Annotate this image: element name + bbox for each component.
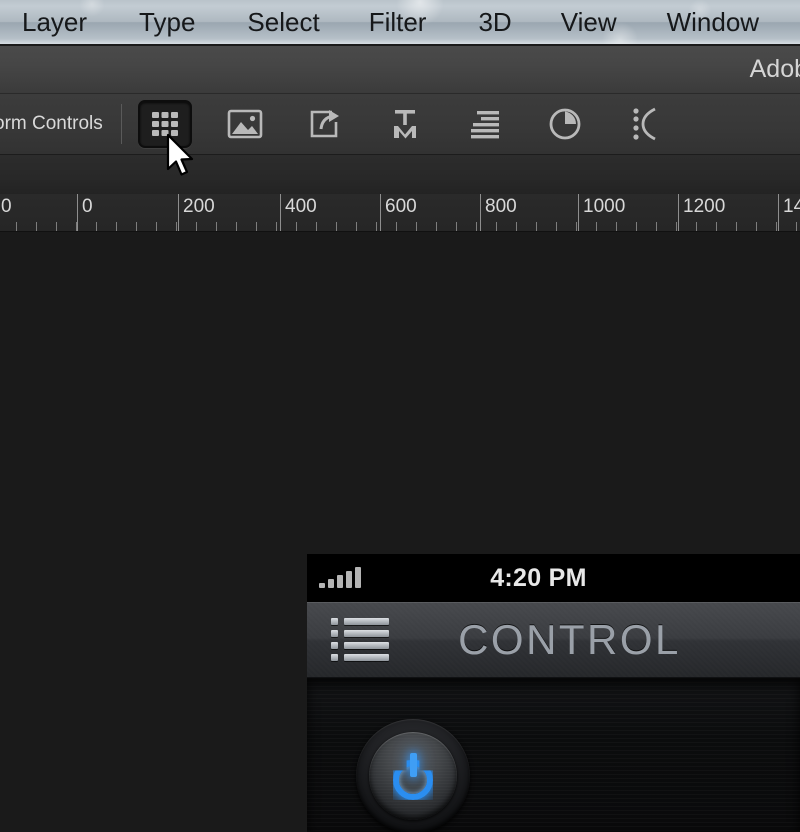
ruler-tick xyxy=(156,222,157,231)
menu-item-layer[interactable]: Layer xyxy=(22,9,87,35)
tool-options-bar: orm Controls xyxy=(0,94,800,154)
image-icon xyxy=(227,108,263,140)
trademark-button[interactable] xyxy=(378,100,432,148)
ruler-tick xyxy=(516,222,517,231)
toolbar-shelf xyxy=(0,154,800,194)
ruler-label: 1200 xyxy=(683,196,726,217)
app-title: CONTROL xyxy=(458,615,681,663)
ruler-tick xyxy=(36,222,37,231)
align-text-button[interactable] xyxy=(458,100,512,148)
application-bar: Adob xyxy=(0,46,800,94)
ruler-tick xyxy=(796,222,797,231)
ruler-tick xyxy=(736,222,737,231)
ruler-tick xyxy=(456,222,457,231)
menu-item-view[interactable]: View xyxy=(561,9,617,35)
ruler-tick xyxy=(756,222,757,231)
ruler-tick xyxy=(716,222,717,231)
ruler-tick xyxy=(16,222,17,231)
ruler-tick xyxy=(356,222,357,231)
grid-button[interactable] xyxy=(137,100,192,148)
power-icon xyxy=(390,753,436,800)
ruler-tick xyxy=(656,222,657,231)
menu-item-window[interactable]: Window xyxy=(667,9,759,35)
ruler-tick xyxy=(496,222,497,231)
ruler-label: 800 xyxy=(485,196,517,217)
ruler-label: 200 xyxy=(183,196,215,217)
application-title: Adob xyxy=(749,55,800,83)
ruler-tick xyxy=(776,222,777,231)
ruler-tick xyxy=(196,222,197,231)
ruler-tick xyxy=(616,222,617,231)
ruler-tick xyxy=(676,222,677,231)
menu-item-3d[interactable]: 3D xyxy=(478,9,511,35)
ruler-tick xyxy=(236,222,237,231)
ruler-tick xyxy=(596,222,597,231)
ruler-tick xyxy=(696,222,697,231)
export-button[interactable] xyxy=(298,100,352,148)
ruler-tick xyxy=(336,222,337,231)
ruler-tick xyxy=(376,222,377,231)
device-status-bar: 4:20 PM xyxy=(307,554,800,602)
ruler-tick xyxy=(576,222,577,231)
ruler-tick xyxy=(116,222,117,231)
ruler-label: 1000 xyxy=(583,196,626,217)
horizontal-ruler[interactable]: 0 0 200 400 600 800 1000 1200 140 xyxy=(0,194,800,232)
menu-item-select[interactable]: Select xyxy=(247,9,319,35)
tool-options-label: orm Controls xyxy=(0,113,103,134)
app-navigation-bar: CONTROL xyxy=(307,602,800,678)
ruler-tick xyxy=(96,222,97,231)
toolbar-divider xyxy=(120,104,122,144)
ruler-tick xyxy=(216,222,217,231)
pie-chart-icon xyxy=(548,107,582,141)
ruler-tick xyxy=(136,222,137,231)
trademark-icon xyxy=(389,107,421,141)
ruler-tick xyxy=(416,222,417,231)
ruler-tick xyxy=(276,222,277,231)
app-content-panel xyxy=(307,678,800,832)
document-canvas[interactable]: 4:20 PM CONTROL xyxy=(0,232,800,832)
ruler-tick xyxy=(556,222,557,231)
ruler-tick xyxy=(536,222,537,231)
ruler-tick xyxy=(296,222,297,231)
ruler-label: 140 xyxy=(783,196,800,217)
ruler-tick xyxy=(396,222,397,231)
mobile-mockup: 4:20 PM CONTROL xyxy=(307,554,800,832)
ruler-tick xyxy=(316,222,317,231)
ruler-label: 600 xyxy=(385,196,417,217)
align-text-icon xyxy=(469,108,501,140)
node-path-button[interactable] xyxy=(618,100,672,148)
ruler-tick xyxy=(176,222,177,231)
menu-item-type[interactable]: Type xyxy=(139,9,195,35)
image-button[interactable] xyxy=(218,100,272,148)
menu-bar: Layer Type Select Filter 3D View Window … xyxy=(0,0,800,46)
power-button-face xyxy=(369,732,457,820)
node-path-icon xyxy=(629,107,661,141)
grid-icon xyxy=(150,109,180,139)
ruler-label: 0 xyxy=(82,196,93,217)
menu-item-filter[interactable]: Filter xyxy=(369,9,427,35)
ruler-tick xyxy=(636,222,637,231)
export-icon xyxy=(308,108,342,140)
ruler-tick xyxy=(256,222,257,231)
ruler-tick xyxy=(436,222,437,231)
ruler-label: 0 xyxy=(1,196,12,217)
ruler-label: 400 xyxy=(285,196,317,217)
power-button[interactable] xyxy=(356,719,470,832)
ruler-tick xyxy=(476,222,477,231)
ruler-tick xyxy=(56,222,57,231)
pie-chart-button[interactable] xyxy=(538,100,592,148)
status-bar-clock: 4:20 PM xyxy=(490,563,587,592)
